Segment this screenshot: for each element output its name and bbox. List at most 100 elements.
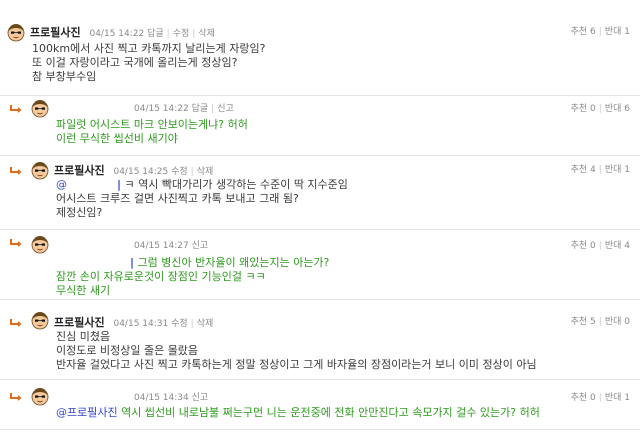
oppose-count: 1	[624, 393, 630, 403]
delete-link[interactable]: 삭제	[197, 167, 214, 177]
recommend-button[interactable]: 추천 4	[571, 165, 596, 175]
comment-date: 04/15 14:25	[113, 167, 169, 177]
comment-body: | 그럼 병신아 반자율이 왜있는지는 아는가? 잠깐 손이 자유로운것이 장점…	[56, 256, 329, 298]
oppose-label: 반대	[604, 104, 622, 114]
oppose-button[interactable]: 반대 1	[605, 27, 630, 37]
vote-counts: 추천 0 | 반대 6	[571, 101, 630, 114]
vote-counts: 추천 0 | 반대 1	[571, 390, 630, 403]
comment-line: 이정도로 비정상일 줄은 몰랐음	[56, 344, 199, 357]
recommend-count: 0	[590, 393, 596, 403]
comment-date: 04/15 14:34	[134, 393, 189, 403]
comment-meta: 04/15 14:22 답글 | 신고	[134, 101, 234, 114]
divider: |	[598, 393, 602, 403]
oppose-label: 반대	[604, 165, 622, 175]
mention-link[interactable]: @	[56, 178, 67, 191]
oppose-button[interactable]: 반대 4	[605, 241, 630, 251]
comment-meta: 프로필사진 04/15 14:22 답글 | 수정 | 삭제	[30, 24, 215, 40]
vote-counts: 추천 4 | 반대 1	[571, 162, 630, 175]
comment-line: 또 이걸 자랑이라고 국개에 올리는게 정상임?	[32, 56, 238, 69]
edit-link[interactable]: 수정	[171, 167, 188, 177]
divider: |	[166, 29, 170, 39]
comment-line: 참 부창부수임	[32, 70, 97, 83]
comment-body: @프로필사진 역시 씹선비 내로남불 쩌는구먼 니는 운전중에 전화 안만진다고…	[56, 406, 540, 420]
comment-date: 04/15 14:31	[113, 319, 169, 329]
divider: |	[190, 167, 194, 177]
recommend-button[interactable]: 추천 6	[571, 27, 596, 37]
comment-line: 이런 무식한 씹선비 새기야	[56, 132, 178, 145]
recommend-button[interactable]: 추천 0	[571, 393, 596, 403]
recommend-label: 추천	[570, 393, 588, 403]
reply-arrow-icon	[9, 318, 23, 328]
comment-first-line: @ | ㅋ 역시 빡대가리가 생각하는 수준이 딱 지수준임	[56, 178, 348, 192]
oppose-button[interactable]: 반대 1	[605, 165, 630, 175]
comment-first-line: @프로필사진 역시 씹선비 내로남불 쩌는구먼 니는 운전중에 전화 안만진다고…	[56, 406, 540, 420]
comment-date: 04/15 14:27	[134, 241, 189, 251]
avatar[interactable]	[30, 160, 50, 180]
vote-counts: 추천 6 | 반대 1	[571, 24, 630, 37]
delete-link[interactable]: 삭제	[198, 29, 215, 39]
report-link[interactable]: 신고	[217, 104, 234, 114]
reply-arrow-icon	[9, 104, 23, 114]
oppose-label: 반대	[604, 27, 622, 37]
recommend-count: 0	[590, 104, 596, 114]
recommend-button[interactable]: 추천 0	[571, 241, 596, 251]
recommend-count: 5	[590, 317, 596, 327]
edit-link[interactable]: 수정	[173, 29, 190, 39]
reply-arrow-icon	[9, 238, 23, 248]
reply-link[interactable]: 답글	[147, 29, 164, 39]
comment-line: 진심 미쳤음	[56, 330, 111, 343]
avatar[interactable]	[30, 310, 50, 330]
oppose-count: 1	[624, 27, 630, 37]
comment-line: 파일럿 어시스트 마크 안보이는게냐? 허허	[56, 118, 248, 131]
nickname[interactable]: 프로필사진	[54, 164, 105, 177]
comment-meta: 04/15 14:34 신고	[134, 390, 208, 403]
oppose-button[interactable]: 반대 6	[605, 104, 630, 114]
divider: |	[598, 317, 602, 327]
avatar[interactable]	[6, 22, 26, 42]
nickname[interactable]: 프로필사진	[54, 316, 105, 329]
comment-line: 어시스트 크루즈 걸면 사진찍고 카톡 보내고 그래 됨?	[56, 192, 299, 205]
nickname[interactable]: 프로필사진	[30, 26, 81, 39]
oppose-count: 0	[624, 317, 630, 327]
recommend-button[interactable]: 추천 5	[571, 317, 596, 327]
recommend-label: 추천	[570, 104, 588, 114]
mention-link[interactable]: @프로필사진	[56, 406, 118, 419]
recommend-button[interactable]: 추천 0	[571, 104, 596, 114]
reply-link[interactable]: 답글	[192, 104, 209, 114]
divider: |	[211, 104, 215, 114]
comment-line: 제정신임?	[56, 206, 103, 219]
avatar[interactable]	[30, 98, 50, 118]
comment-line: 그럼 병신아 반자율이 왜있는지는 아는가?	[137, 256, 330, 269]
avatar[interactable]	[30, 386, 50, 406]
comment-line: 반자율 걸었다고 사진 찍고 카톡하는게 정말 정상이고 그게 바자율의 장점이…	[56, 358, 537, 371]
comment-date: 04/15 14:22	[134, 104, 189, 114]
recommend-count: 0	[590, 241, 596, 251]
divider: |	[598, 104, 602, 114]
quote-bar: |	[130, 256, 135, 269]
comment-first-line: | 그럼 병신아 반자율이 왜있는지는 아는가?	[56, 256, 329, 270]
reply-arrow-icon	[9, 166, 23, 176]
vote-counts: 추천 0 | 반대 4	[571, 238, 630, 251]
report-link[interactable]: 신고	[192, 393, 209, 403]
oppose-label: 반대	[604, 393, 622, 403]
recommend-count: 4	[590, 165, 596, 175]
comment-body: 100km에서 사진 찍고 카톡까지 날리는게 자랑임? 또 이걸 자랑이라고 …	[32, 42, 265, 84]
avatar[interactable]	[30, 234, 50, 254]
report-link[interactable]: 신고	[192, 241, 209, 251]
comment-body: 파일럿 어시스트 마크 안보이는게냐? 허허 이런 무식한 씹선비 새기야	[56, 118, 248, 146]
comment-meta: 프로필사진 04/15 14:25 수정 | 삭제	[54, 162, 213, 178]
comment-date: 04/15 14:22	[89, 29, 145, 39]
quote-bar: |	[117, 178, 122, 191]
comment-body: 진심 미쳤음 이정도로 비정상일 줄은 몰랐음 반자율 걸었다고 사진 찍고 카…	[56, 330, 537, 372]
delete-link[interactable]: 삭제	[197, 319, 214, 329]
edit-link[interactable]: 수정	[171, 319, 188, 329]
vote-counts: 추천 5 | 반대 0	[571, 314, 630, 327]
oppose-button[interactable]: 반대 1	[605, 393, 630, 403]
comment-meta: 04/15 14:27 신고	[134, 238, 208, 251]
oppose-button[interactable]: 반대 0	[605, 317, 630, 327]
recommend-count: 6	[590, 27, 596, 37]
comment-2: 04/15 14:22 답글 | 신고 추천 0 | 반대 6 파일럿 어시스트 마크 …	[0, 96, 640, 156]
comment-6: 04/15 14:34 신고 추천 0 | 반대 1 @프로필사진 역시 씹선비 내…	[0, 380, 640, 430]
oppose-count: 1	[624, 165, 630, 175]
recommend-label: 추천	[570, 165, 588, 175]
